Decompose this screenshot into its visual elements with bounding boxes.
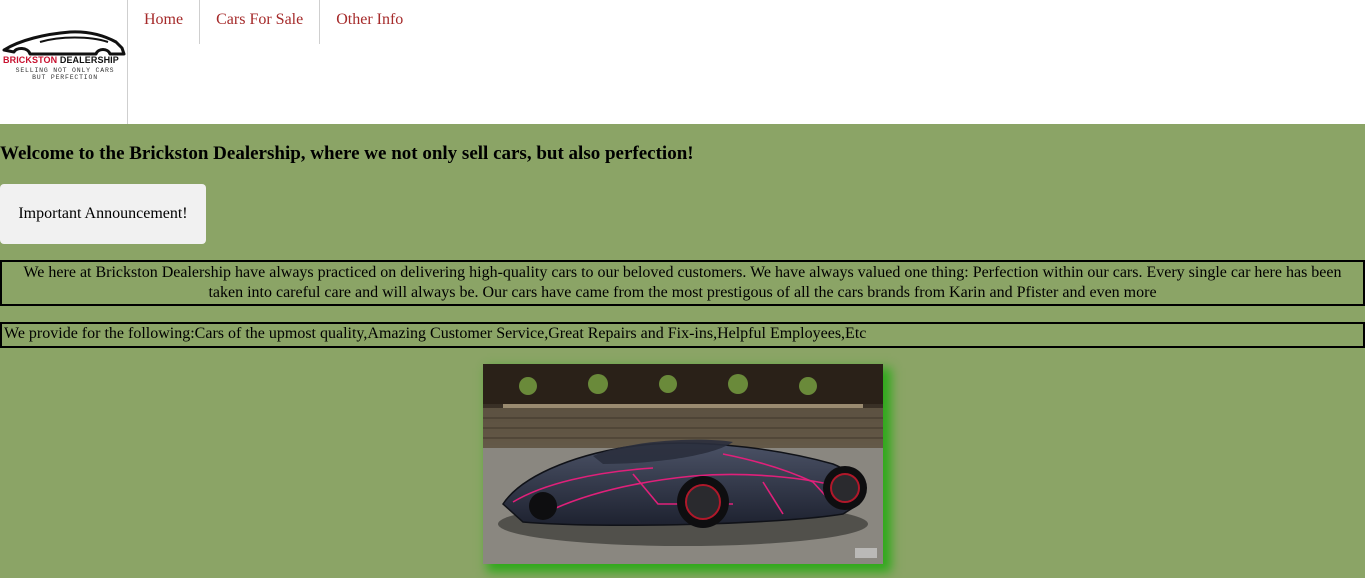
logo-tagline-line2: BUT PERFECTION — [32, 74, 98, 81]
logo-tagline-line1: SELLING NOT ONLY CARS — [15, 67, 115, 74]
nav-link-cars-for-sale[interactable]: Cars For Sale — [200, 0, 321, 44]
main-content: Welcome to the Brickston Dealership, whe… — [0, 124, 1365, 578]
welcome-heading: Welcome to the Brickston Dealership, whe… — [0, 143, 694, 164]
featured-car-image — [483, 364, 883, 564]
brickston-logo[interactable]: BRICKSTON DEALERSHIP SELLING NOT ONLY CA… — [0, 0, 128, 124]
services-paragraph: We provide for the following:Cars of the… — [0, 322, 1365, 348]
nav-link-other-info[interactable]: Other Info — [320, 0, 419, 44]
important-announcement-button[interactable]: Important Announcement! — [0, 184, 206, 244]
about-paragraph: We here at Brickston Dealership have alw… — [0, 260, 1365, 306]
main-navigation: Home Cars For Sale Other Info — [128, 0, 419, 44]
nav-link-home[interactable]: Home — [128, 0, 201, 44]
logo-tagline: SELLING NOT ONLY CARS BUT PERFECTION — [6, 67, 124, 81]
logo-brand-part1: BRICKSTON — [3, 55, 58, 65]
logo-title: BRICKSTON DEALERSHIP — [3, 55, 119, 65]
logo-brand-part2: DEALERSHIP — [59, 55, 119, 65]
car-silhouette-icon — [2, 30, 126, 56]
sports-car-photo — [483, 364, 883, 564]
site-header: BRICKSTON DEALERSHIP SELLING NOT ONLY CA… — [0, 0, 1365, 124]
